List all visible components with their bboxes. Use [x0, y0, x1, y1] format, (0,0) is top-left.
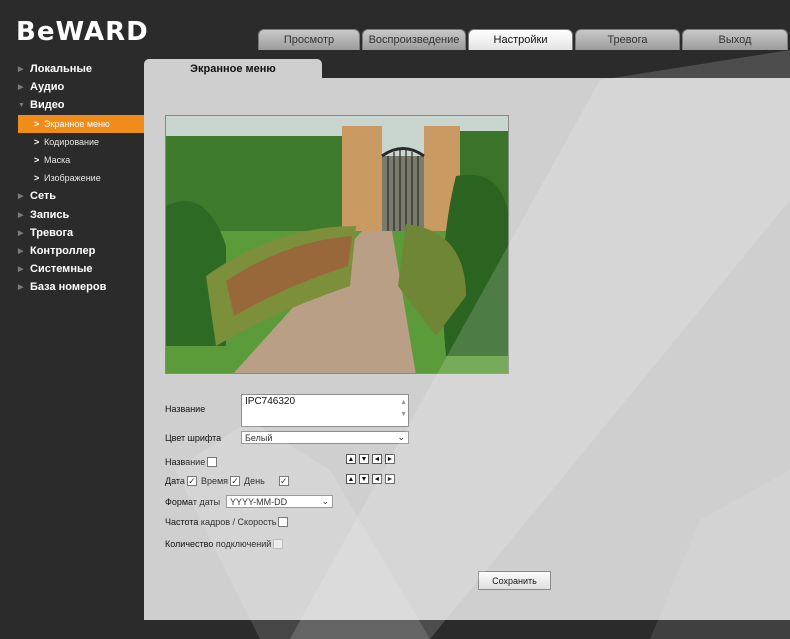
connections-checkbox[interactable] — [273, 539, 284, 549]
time-label: Время — [200, 476, 229, 486]
name-textarea[interactable]: IPC746320 ▲ ▼ — [241, 394, 409, 427]
arrow-right-icon[interactable]: ► — [385, 474, 395, 484]
sidebar-item-alarm[interactable]: ▶ Тревога — [18, 224, 144, 242]
tab-alarm[interactable]: Тревога — [575, 29, 680, 50]
sidebar-item-video[interactable]: ▼ Видео — [18, 96, 144, 114]
arrow-left-icon[interactable]: ◄ — [372, 454, 382, 464]
connections-label: Количество подключений — [165, 539, 272, 549]
sidebar-item-plate-db[interactable]: ▶ База номеров — [18, 278, 144, 296]
top-navigation: Просмотр Воспроизведение Настройки Трево… — [258, 29, 788, 50]
sidebar-item-label: Аудио — [30, 81, 65, 94]
name-text: IPC746320 — [245, 396, 296, 407]
day-label: День — [244, 476, 265, 486]
arrow-left-icon[interactable]: ◄ — [372, 474, 382, 484]
beward-logo: BeWARD — [16, 17, 149, 47]
triangle-right-icon: ▶ — [18, 193, 24, 201]
sidebar-subitem-encoding[interactable]: > Кодирование — [18, 133, 144, 151]
chevron-right-icon: > — [34, 155, 40, 166]
chevron-down-icon: ⌄ — [397, 432, 405, 442]
sidebar-item-label: Системные — [30, 263, 93, 276]
tab-view[interactable]: Просмотр — [258, 29, 360, 50]
day-checkbox[interactable]: ✓ — [278, 476, 289, 486]
sidebar-item-system[interactable]: ▶ Системные — [18, 260, 144, 278]
show-name-row: Название — [165, 457, 218, 467]
arrow-up-icon[interactable]: ▲ — [346, 454, 356, 464]
date-time-row: Дата ✓ Время ✓ День ✓ — [165, 476, 289, 486]
tab-playback[interactable]: Воспроизведение — [362, 29, 466, 50]
triangle-right-icon: ▶ — [18, 84, 24, 92]
sidebar-item-label: Локальные — [30, 63, 92, 76]
show-name-checkbox[interactable] — [207, 457, 218, 467]
sidebar-subitem-label: Маска — [44, 155, 71, 166]
camera-frame-image — [166, 116, 508, 373]
triangle-right-icon: ▶ — [18, 284, 24, 292]
fps-checkbox[interactable] — [278, 517, 289, 527]
sidebar: ▶ Локальные ▶ Аудио ▼ Видео > Экранное меню … — [18, 60, 144, 296]
time-checkbox[interactable]: ✓ — [230, 476, 241, 486]
name-position-arrows: ▲ ▼ ◄ ► — [346, 454, 395, 464]
sidebar-item-local[interactable]: ▶ Локальные — [18, 60, 144, 78]
tab-exit[interactable]: Выход — [682, 29, 788, 50]
video-preview — [165, 115, 509, 374]
font-color-value: Белый — [245, 432, 273, 443]
chevron-right-icon: > — [34, 136, 40, 147]
sidebar-subitem-label: Экранное меню — [44, 118, 110, 129]
sidebar-item-label: Тревога — [30, 226, 74, 239]
chevron-right-icon: > — [34, 118, 40, 129]
chevron-right-icon: > — [34, 173, 40, 184]
sidebar-item-label: Видео — [30, 99, 65, 112]
arrow-up-icon[interactable]: ▲ — [346, 474, 356, 484]
sidebar-subitem-mask[interactable]: > Маска — [18, 151, 144, 169]
name-label: Название — [165, 404, 206, 414]
triangle-right-icon: ▶ — [18, 229, 24, 237]
show-name-label: Название — [165, 457, 206, 467]
sidebar-item-record[interactable]: ▶ Запись — [18, 206, 144, 224]
sidebar-item-label: База номеров — [30, 281, 107, 294]
sidebar-subitem-image[interactable]: > Изображение — [18, 169, 144, 187]
sidebar-subitem-label: Кодирование — [44, 136, 100, 147]
scrollbar-arrows-icon[interactable]: ▲ ▼ — [400, 397, 407, 421]
tab-settings[interactable]: Настройки — [468, 29, 573, 50]
date-position-arrows: ▲ ▼ ◄ ► — [346, 474, 395, 484]
arrow-down-icon[interactable]: ▼ — [359, 474, 369, 484]
triangle-right-icon: ▶ — [18, 266, 24, 274]
save-button[interactable]: Сохранить — [478, 571, 551, 590]
fps-row: Частота кадров / Скорость — [165, 517, 289, 527]
font-color-select[interactable]: Белый ⌄ — [241, 431, 409, 444]
date-format-label: Формат даты — [165, 497, 221, 507]
triangle-down-icon: ▼ — [18, 101, 25, 109]
sidebar-item-controller[interactable]: ▶ Контроллер — [18, 242, 144, 260]
sidebar-subitem-label: Изображение — [44, 173, 101, 184]
sidebar-item-label: Контроллер — [30, 244, 96, 257]
font-color-label: Цвет шрифта — [165, 433, 222, 443]
date-format-value: YYYY-MM-DD — [230, 496, 288, 507]
triangle-right-icon: ▶ — [18, 247, 24, 255]
triangle-right-icon: ▶ — [18, 66, 24, 74]
sidebar-item-network[interactable]: ▶ Сеть — [18, 187, 144, 205]
arrow-down-icon[interactable]: ▼ — [359, 454, 369, 464]
fps-label: Частота кадров / Скорость — [165, 517, 277, 527]
date-label: Дата — [165, 476, 185, 486]
content-tab-osd[interactable]: Экранное меню — [144, 59, 322, 79]
sidebar-item-label: Сеть — [30, 190, 57, 203]
date-checkbox[interactable]: ✓ — [186, 476, 197, 486]
arrow-right-icon[interactable]: ► — [385, 454, 395, 464]
sidebar-subitem-osd[interactable]: > Экранное меню — [18, 114, 144, 133]
sidebar-item-label: Запись — [30, 208, 70, 221]
date-format-select[interactable]: YYYY-MM-DD ⌄ — [226, 495, 333, 508]
triangle-right-icon: ▶ — [18, 211, 24, 219]
connections-row: Количество подключений — [165, 539, 284, 549]
sidebar-item-audio[interactable]: ▶ Аудио — [18, 78, 144, 96]
chevron-down-icon: ⌄ — [321, 496, 329, 506]
